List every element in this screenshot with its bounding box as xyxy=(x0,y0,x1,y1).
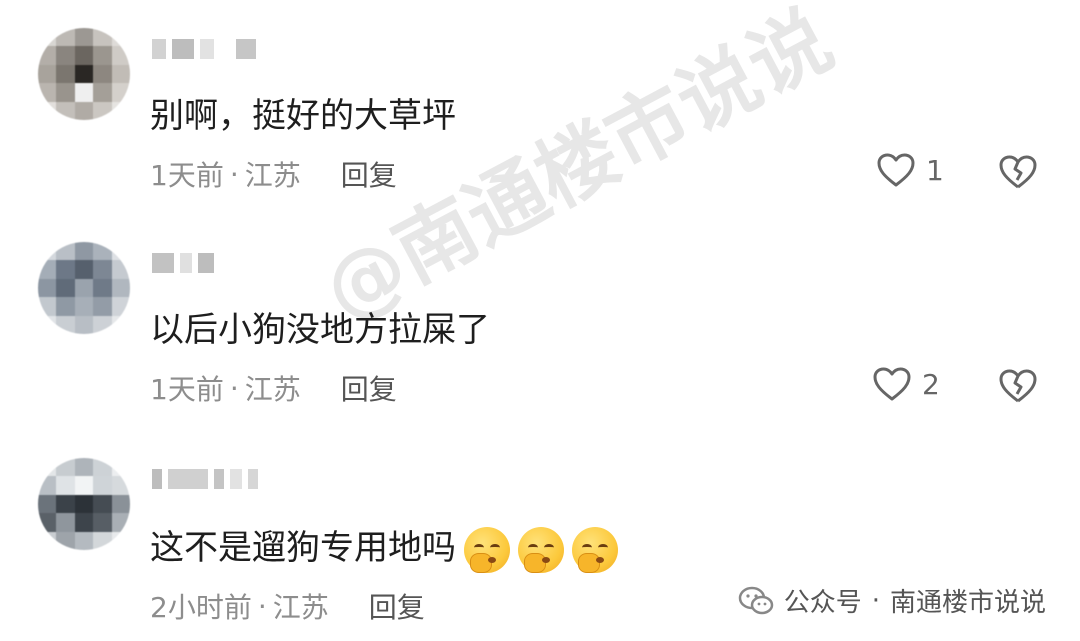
account-watermark: 公众号 · 南通楼市说说 xyxy=(738,582,1046,619)
like-count: 2 xyxy=(922,367,940,401)
avatar[interactable] xyxy=(38,242,130,334)
comment-time: 1天前 xyxy=(150,373,224,406)
comment-meta: 2小时前 · 江苏 回复 xyxy=(150,586,425,626)
avatar[interactable] xyxy=(38,458,130,550)
reply-button[interactable]: 回复 xyxy=(341,154,397,194)
comment-location: 江苏 xyxy=(272,591,329,624)
username[interactable] xyxy=(152,250,214,276)
comment-text: 这不是遛狗专用地吗 xyxy=(150,520,618,573)
wechat-icon xyxy=(738,586,773,614)
meta-separator: · xyxy=(229,157,239,191)
like-button[interactable]: 1 xyxy=(876,152,944,188)
comment-text: 以后小狗没地方拉屎了 xyxy=(150,310,490,350)
reply-button[interactable]: 回复 xyxy=(369,586,425,626)
account-prefix: 公众号 xyxy=(783,588,862,618)
comment-meta: 1天前 · 江苏 回复 xyxy=(150,368,397,408)
reply-button[interactable]: 回复 xyxy=(341,368,397,408)
meta-separator: · xyxy=(257,589,267,623)
comment-meta: 1天前 · 江苏 回复 xyxy=(150,154,397,194)
comment-text: 别啊，挺好的大草坪 xyxy=(150,96,456,136)
heart-icon xyxy=(877,153,915,187)
dislike-broken-heart-icon[interactable] xyxy=(998,368,1038,404)
username[interactable] xyxy=(152,466,258,492)
heart-icon xyxy=(873,367,911,401)
dislike-broken-heart-icon[interactable] xyxy=(998,154,1038,190)
meta-separator: · xyxy=(229,371,239,405)
username[interactable] xyxy=(152,36,256,62)
comment-time: 1天前 xyxy=(150,159,224,192)
face-with-hand-over-mouth-emoji xyxy=(518,526,564,573)
comment-text-content: 这不是遛狗专用地吗 xyxy=(150,528,456,568)
comment-location: 江苏 xyxy=(244,373,301,406)
comment-time: 2小时前 xyxy=(150,591,252,624)
like-count: 1 xyxy=(926,153,944,187)
like-button[interactable]: 2 xyxy=(872,366,940,402)
face-with-hand-over-mouth-emoji xyxy=(464,526,510,573)
avatar[interactable] xyxy=(38,28,130,120)
comment-location: 江苏 xyxy=(244,159,301,192)
footer-separator: · xyxy=(871,585,880,616)
account-name: 南通楼市说说 xyxy=(889,588,1046,618)
face-with-hand-over-mouth-emoji xyxy=(572,526,618,573)
